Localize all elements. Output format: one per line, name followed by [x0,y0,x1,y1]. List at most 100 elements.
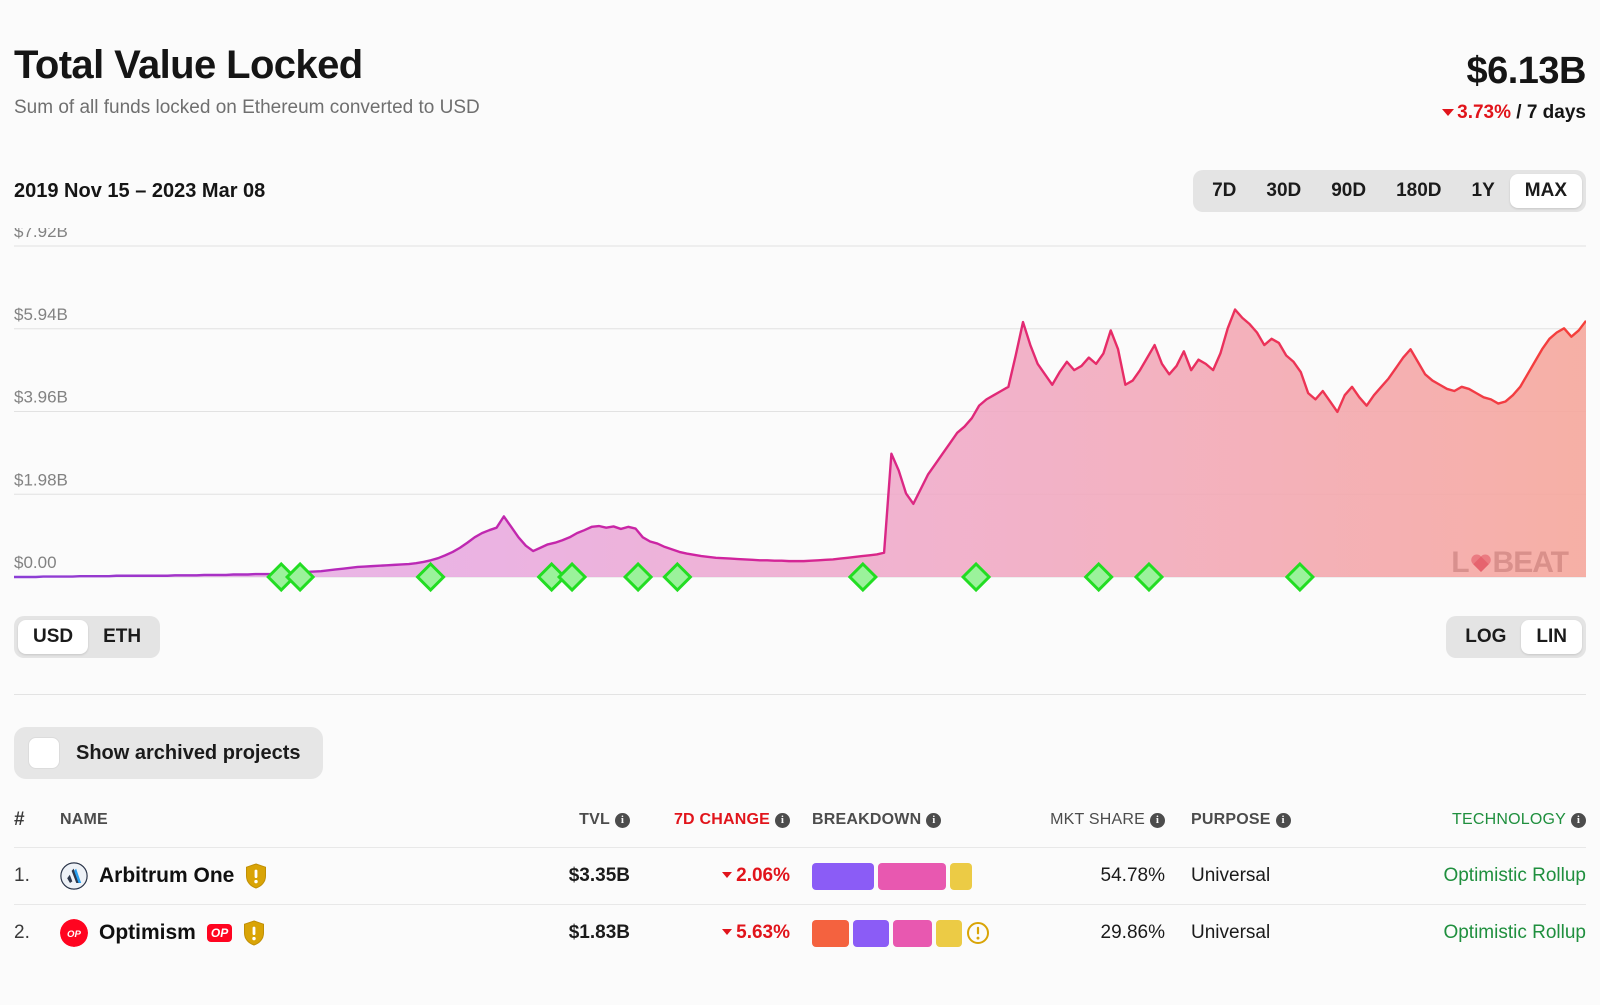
breakdown-bar[interactable] [812,919,990,947]
chart-svg: $0.00 $1.98B $3.96B $5.94B $7.92B [14,228,1586,593]
time-range-1y[interactable]: 1Y [1457,174,1510,208]
y-axis-tick: $3.96B [14,388,68,407]
tvl-page: Total Value Locked Sum of all funds lock… [0,0,1600,1005]
info-icon[interactable]: i [615,813,630,828]
breakdown-segment[interactable] [812,919,850,947]
project-name-cell[interactable]: OP Optimism OP [60,919,480,947]
breakdown-segment[interactable] [853,919,889,947]
header-label: TVL [579,811,610,828]
info-icon[interactable]: i [1275,813,1291,828]
currency-usd[interactable]: USD [18,620,89,654]
page-title: Total Value Locked [14,43,363,87]
scale-lin[interactable]: LIN [1521,620,1582,654]
info-icon[interactable]: i [926,813,942,828]
cell-rank: 2. [14,922,30,943]
archived-label: Show archived projects [76,741,301,764]
table-header-rank[interactable]: # [14,803,60,848]
scale-toggle[interactable]: LOG LIN [1446,616,1586,658]
breakdown-segment[interactable] [892,919,932,947]
currency-toggle[interactable]: USD ETH [14,616,161,658]
project-name: Arbitrum One [99,864,235,887]
scale-log[interactable]: LOG [1450,620,1521,654]
change-row: 3.73% / 7 days [1442,102,1586,124]
tvl-chart[interactable]: $0.00 $1.98B $3.96B $5.94B $7.92B L BEAT [14,228,1586,608]
cell-breakdown[interactable] [790,905,990,962]
cell-tvl: $3.35B [568,865,630,886]
warning-shield-icon[interactable] [243,920,265,946]
breakdown-segment[interactable] [950,862,972,890]
section-divider [14,694,1586,695]
cell-change: 2.06% [630,848,790,905]
cell-tvl: $1.83B [568,922,630,943]
table-header-change[interactable]: 7D CHANGE i [630,803,790,848]
chart-area [14,309,1586,577]
warning-shield-icon[interactable] [245,863,267,889]
caret-down-icon [1442,109,1455,116]
info-icon[interactable]: i [1150,813,1165,828]
header-label: TECHNOLOGY [1451,811,1566,828]
optimism-logo: OP [60,919,88,947]
table-row[interactable]: 2. OP Optimism OP $1.83B 5.63% 29.86% Unive… [14,904,1586,962]
project-name: Optimism [99,921,196,944]
change-period: / 7 days [1516,102,1586,123]
header-label: BREAKDOWN [812,811,922,828]
table-header-technology[interactable]: TECHNOLOGY i [1330,803,1586,848]
show-archived-toggle[interactable]: Show archived projects [14,727,323,779]
y-axis-tick: $0.00 [14,553,57,572]
projects-table: # NAME TVL i 7D CHANGE i BREAKDOWN i MKT SHARE i P… [14,803,1586,961]
time-range-selector[interactable]: 7D 30D 90D 180D 1Y MAX [1193,170,1586,212]
time-range-180d[interactable]: 180D [1381,174,1456,208]
info-icon[interactable]: i [1571,813,1586,828]
header-label: 7D CHANGE [673,811,770,828]
project-name-cell[interactable]: Arbitrum One [60,862,480,890]
y-axis-tick: $7.92B [14,228,68,241]
cell-name[interactable]: Arbitrum One [60,848,480,905]
table-header-mkt[interactable]: MKT SHARE i [990,803,1165,848]
info-icon[interactable]: i [775,813,790,828]
cell-technology: Optimistic Rollup [1443,922,1586,943]
token-badge[interactable]: OP [206,924,233,942]
header-stats: $6.13B 3.73% / 7 days [1442,44,1586,124]
table-header-purpose[interactable]: PURPOSE i [1165,803,1330,848]
header-label: MKT SHARE [1050,811,1145,828]
breakdown-bar[interactable] [812,862,990,890]
cell-name[interactable]: OP Optimism OP [60,905,480,962]
breakdown-segment[interactable] [878,862,946,890]
cell-mkt-share: 29.86% [1100,922,1165,943]
arbitrum-logo [60,862,88,890]
chart-toggles: USD ETH LOG LIN [14,616,1586,658]
table-header-breakdown[interactable]: BREAKDOWN i [790,803,990,848]
currency-eth[interactable]: ETH [88,620,156,654]
cell-technology: Optimistic Rollup [1443,865,1586,886]
header-left: Total Value Locked Sum of all funds lock… [14,44,480,119]
table-row[interactable]: 1. Arbitrum One $3.35B 2.06% 54.78% Univers… [14,847,1586,905]
table-header-name[interactable]: NAME [60,803,480,848]
chart-event-marker[interactable] [284,561,316,593]
header-label: # [14,809,25,830]
breakdown-segment[interactable] [812,862,874,890]
warning-circle-icon[interactable] [966,921,990,945]
time-range-7d[interactable]: 7D [1197,174,1251,208]
chart-y-labels: $0.00 $1.98B $3.96B $5.94B $7.92B [14,228,68,572]
archived-checkbox[interactable] [28,737,60,769]
cell-breakdown[interactable] [790,848,990,905]
table-header-tvl[interactable]: TVL i [480,803,630,848]
time-range-30d[interactable]: 30D [1251,174,1316,208]
breakdown-segment[interactable] [935,919,962,947]
table-header-row: # NAME TVL i 7D CHANGE i BREAKDOWN i MKT SHARE i P… [14,803,1586,848]
page-header: Total Value Locked Sum of all funds lock… [14,0,1586,124]
cell-change: 5.63% [630,905,790,962]
page-subtitle: Sum of all funds locked on Ethereum conv… [14,97,480,118]
caret-down-icon [722,872,733,878]
caret-down-icon [722,929,733,935]
date-range-label: 2019 Nov 15 – 2023 Mar 08 [14,179,266,202]
cell-purpose: Universal [1191,865,1271,886]
time-range-90d[interactable]: 90D [1316,174,1381,208]
y-axis-tick: $1.98B [14,470,68,489]
change-percent: 3.73% [1457,102,1511,123]
time-range-max[interactable]: MAX [1509,174,1582,208]
cell-rank: 1. [14,865,30,886]
y-axis-tick: $5.94B [14,305,68,324]
range-bar: 2019 Nov 15 – 2023 Mar 08 7D 30D 90D 180D 1Y… [14,170,1586,212]
total-value: $6.13B [1466,50,1586,92]
